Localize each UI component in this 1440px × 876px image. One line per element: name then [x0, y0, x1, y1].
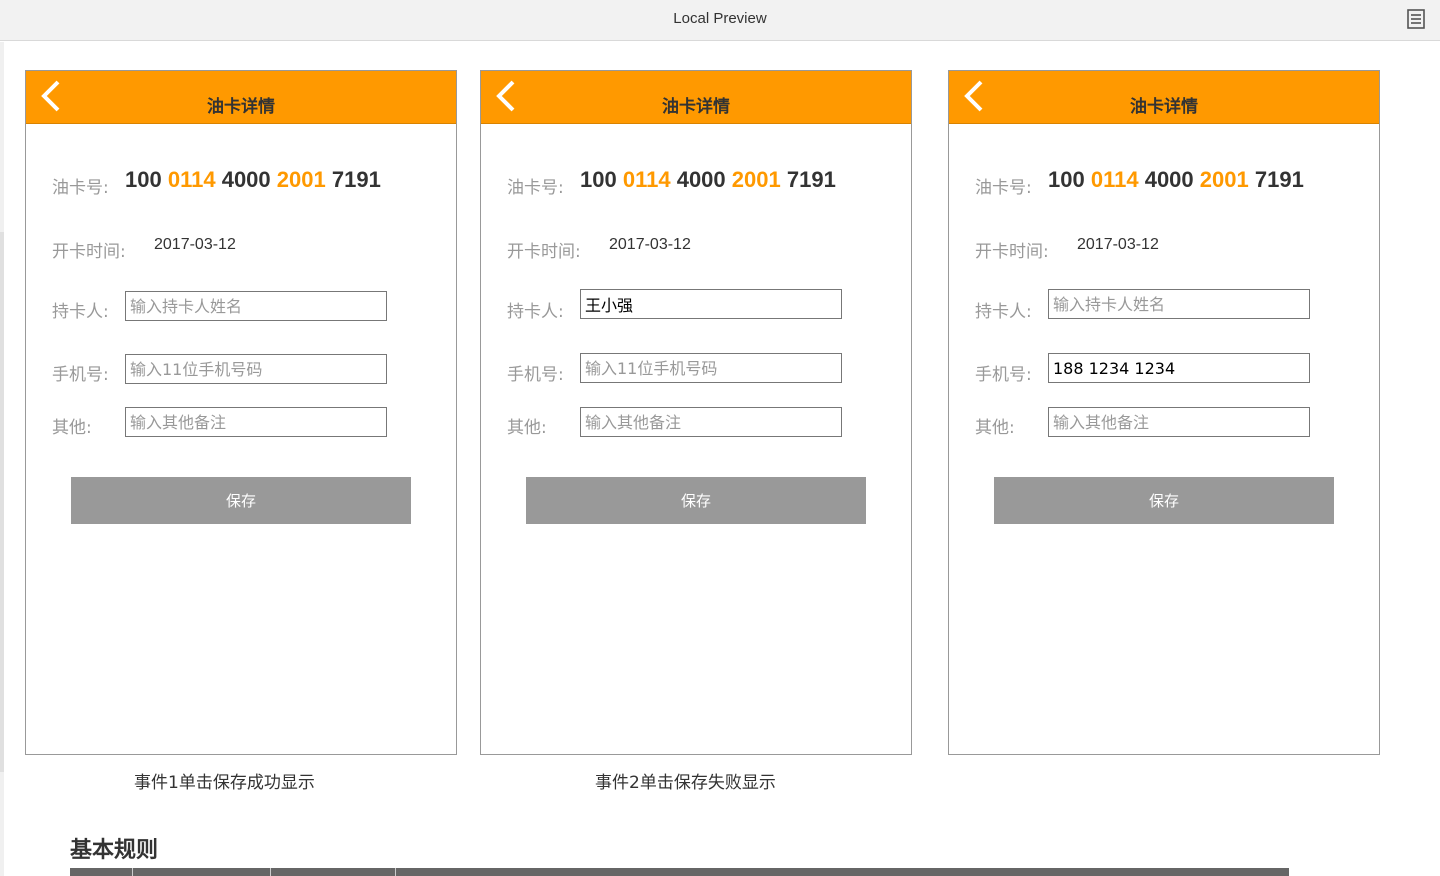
card-number-label: 油卡号: — [52, 178, 109, 198]
card-number-part: 7191 — [331, 167, 381, 192]
card-number: 100 0114 4000 2001 7191 — [125, 167, 381, 193]
open-date-value: 2017-03-12 — [1077, 236, 1159, 253]
card-number-part: 0114 — [1090, 167, 1139, 192]
left-scroll-edge — [0, 42, 4, 876]
card-number-part: 0114 — [167, 167, 216, 192]
caption-event-2: 事件2单击保存失败显示 — [595, 773, 776, 793]
card-number-part: 7191 — [786, 167, 836, 192]
holder-name-input[interactable] — [125, 291, 387, 321]
holder-label: 持卡人: — [975, 302, 1032, 322]
card-number-part: 2001 — [1199, 167, 1249, 192]
save-button[interactable]: 保存 — [71, 477, 411, 524]
phone-header: 油卡详情 — [26, 71, 456, 124]
card-number-part: 2001 — [731, 167, 781, 192]
other-notes-input[interactable] — [125, 407, 387, 437]
card-number-part: 4000 — [1144, 167, 1194, 192]
card-number-label: 油卡号: — [975, 178, 1032, 198]
card-number-part: 100 — [580, 167, 617, 192]
save-button[interactable]: 保存 — [994, 477, 1334, 524]
open-date-value: 2017-03-12 — [609, 236, 691, 253]
page-title: 油卡详情 — [207, 97, 275, 117]
other-notes-input[interactable] — [580, 407, 842, 437]
open-date-label: 开卡时间: — [507, 242, 581, 262]
phone-number-input[interactable] — [580, 353, 842, 383]
caption-event-1: 事件1单击保存成功显示 — [134, 773, 315, 793]
phone-number-input[interactable] — [125, 354, 387, 384]
holder-label: 持卡人: — [507, 302, 564, 322]
page-title: 油卡详情 — [662, 97, 730, 117]
card-number-part: 0114 — [622, 167, 671, 192]
rules-table-header — [70, 868, 1289, 876]
open-date-label: 开卡时间: — [975, 242, 1049, 262]
phone-screen-2: 油卡详情 油卡号: 100 0114 4000 2001 7191 开卡时间: … — [480, 70, 912, 755]
card-number-part: 4000 — [221, 167, 271, 192]
save-button[interactable]: 保存 — [526, 477, 866, 524]
card-number-part: 4000 — [676, 167, 726, 192]
preview-toolbar: Local Preview — [0, 0, 1440, 41]
other-label: 其他: — [52, 418, 92, 438]
section-title: 基本规则 — [70, 838, 159, 863]
phone-label: 手机号: — [52, 365, 109, 385]
other-notes-input[interactable] — [1048, 407, 1310, 437]
phone-header: 油卡详情 — [481, 71, 911, 124]
card-number: 100 0114 4000 2001 7191 — [580, 167, 836, 193]
phone-screen-1: 油卡详情 油卡号: 100 0114 4000 2001 7191 开卡时间: … — [25, 70, 457, 755]
phone-label: 手机号: — [507, 365, 564, 385]
card-number-part: 100 — [1048, 167, 1085, 192]
card-number-part: 100 — [125, 167, 162, 192]
phone-number-input[interactable] — [1048, 353, 1310, 383]
phone-label: 手机号: — [975, 365, 1032, 385]
holder-name-input[interactable] — [1048, 289, 1310, 319]
other-label: 其他: — [507, 418, 547, 438]
phone-header: 油卡详情 — [949, 71, 1379, 124]
holder-name-input[interactable] — [580, 289, 842, 319]
card-number: 100 0114 4000 2001 7191 — [1048, 167, 1304, 193]
window-title: Local Preview — [673, 10, 767, 27]
other-label: 其他: — [975, 418, 1015, 438]
card-number-label: 油卡号: — [507, 178, 564, 198]
holder-label: 持卡人: — [52, 302, 109, 322]
card-number-part: 7191 — [1254, 167, 1304, 192]
card-number-part: 2001 — [276, 167, 326, 192]
open-date-label: 开卡时间: — [52, 242, 126, 262]
list-icon[interactable] — [1407, 9, 1425, 29]
open-date-value: 2017-03-12 — [154, 236, 236, 253]
phone-screen-3: 油卡详情 油卡号: 100 0114 4000 2001 7191 开卡时间: … — [948, 70, 1380, 755]
page-title: 油卡详情 — [1130, 97, 1198, 117]
